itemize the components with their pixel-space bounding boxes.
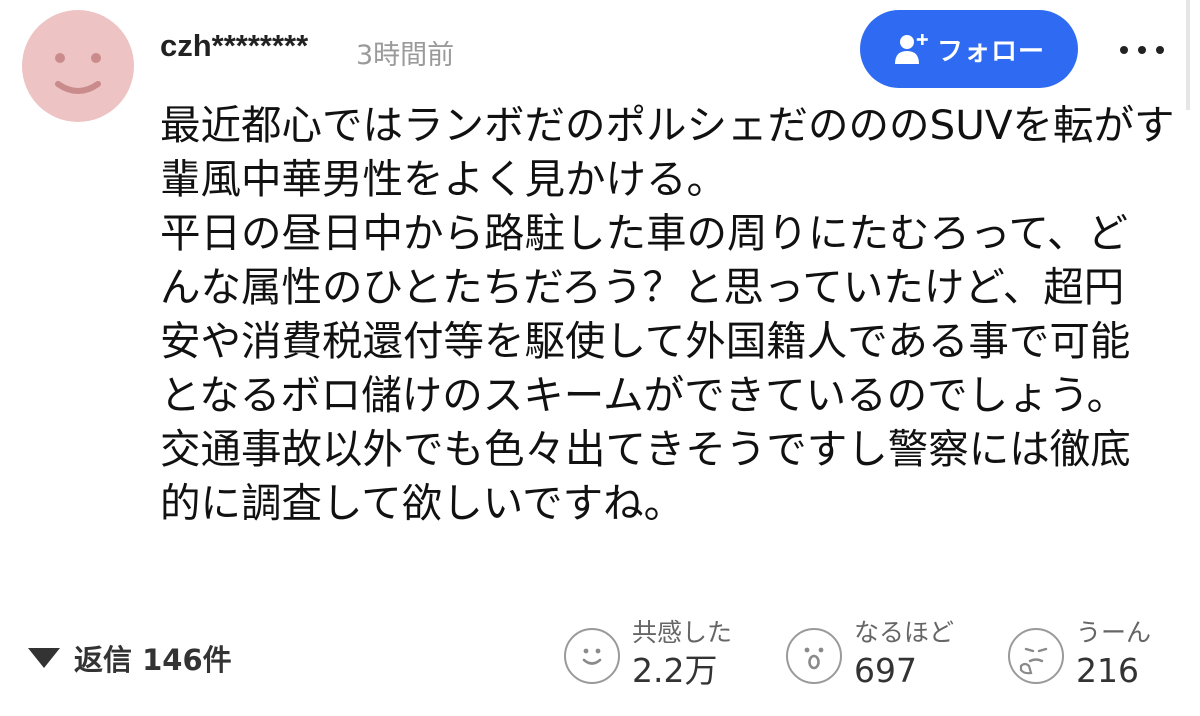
- comment-line: 交通事故以外でも色々出てきそうですし警察には徹底: [160, 425, 1131, 473]
- reaction-count: 697: [854, 651, 917, 690]
- more-dot: [1156, 46, 1164, 54]
- follow-label: フォロー: [936, 36, 1045, 67]
- replies-label: 返信 146件: [74, 643, 232, 677]
- comment-line: 輩風中華男性をよく見かける。: [160, 155, 727, 203]
- reaction-label: うーん: [1076, 618, 1152, 647]
- comment-line: となるボロ儲けのスキームができているのでしょう。: [160, 371, 1128, 419]
- comment-line: 平日の昼日中から路駐した車の周りにたむろって、ど: [160, 209, 1128, 257]
- more-options-button[interactable]: [1112, 28, 1172, 72]
- username[interactable]: czh********: [160, 28, 308, 64]
- caret-down-icon: [28, 648, 60, 668]
- comment-body: 最近都心ではランボだのポルシェだのののSUVを転がす 輩風中華男性をよく見かける…: [160, 98, 1175, 530]
- thinking-face-icon: [1008, 628, 1064, 684]
- comment-line: 的に調査して欲しいですね。: [160, 479, 685, 527]
- reaction-insight-button[interactable]: なるほど 697: [786, 618, 954, 694]
- reaction-label: なるほど: [854, 618, 955, 647]
- follow-button[interactable]: フォロー: [860, 10, 1078, 88]
- smile-face-icon: [564, 628, 620, 684]
- surprised-face-icon: [786, 628, 842, 684]
- more-dot: [1138, 46, 1146, 54]
- comment-line: 最近都心ではランボだのポルシェだのののSUVを転がす: [160, 101, 1175, 149]
- person-add-icon: [894, 34, 928, 64]
- more-dot: [1120, 46, 1128, 54]
- reaction-count: 216: [1076, 651, 1139, 690]
- smiley-avatar-icon: [55, 53, 101, 94]
- avatar[interactable]: [22, 10, 134, 122]
- timestamp: 3時間前: [356, 40, 455, 71]
- replies-toggle[interactable]: 返信 146件: [28, 636, 232, 680]
- reaction-label: 共感した: [632, 618, 733, 647]
- reaction-empathy-button[interactable]: 共感した 2.2万: [564, 618, 732, 694]
- comment-line: んな属性のひとたちだろう？と思っていたけど、超円: [160, 263, 1125, 311]
- reaction-hmm-button[interactable]: うーん 216: [1008, 618, 1151, 694]
- scroll-edge: [1186, 0, 1190, 110]
- reaction-count: 2.2万: [632, 651, 718, 690]
- comment-line: 安や消費税還付等を駆使して外国籍人である事で可能: [160, 317, 1131, 365]
